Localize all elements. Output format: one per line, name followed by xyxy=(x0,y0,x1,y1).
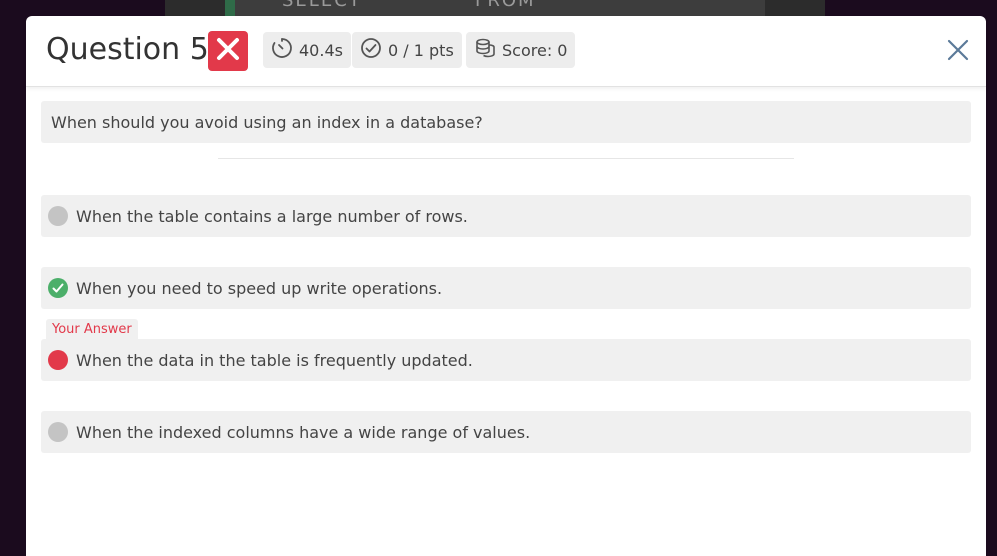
divider xyxy=(218,158,794,159)
option-neutral-icon xyxy=(48,206,68,226)
correct-check-icon xyxy=(48,278,68,298)
background-code-text-right: FROM xyxy=(475,0,536,11)
coins-icon xyxy=(474,37,502,63)
answer-option-4[interactable]: When the indexed columns have a wide ran… xyxy=(41,411,971,453)
score-pill: Score: 0 xyxy=(466,32,576,68)
answer-option-2[interactable]: When you need to speed up write operatio… xyxy=(41,267,971,309)
option-text: When the data in the table is frequently… xyxy=(76,350,473,370)
option-text: When the table contains a large number o… xyxy=(76,206,468,226)
time-value: 40.4s xyxy=(299,40,343,60)
option-text: When the indexed columns have a wide ran… xyxy=(76,422,531,442)
modal-header: Question 5 40.4s 0 / 1 pts Score: 0 xyxy=(26,16,986,87)
option-text: When you need to speed up write operatio… xyxy=(76,278,443,298)
timer-icon xyxy=(271,37,299,63)
check-circle-icon xyxy=(360,37,388,63)
option-neutral-icon xyxy=(48,422,68,442)
close-icon[interactable] xyxy=(946,39,970,66)
question-review-modal: Question 5 40.4s 0 / 1 pts Score: 0 When… xyxy=(26,16,986,556)
points-value: 0 / 1 pts xyxy=(388,40,454,60)
x-mark-icon xyxy=(215,36,241,66)
question-title: Question 5 xyxy=(46,32,209,67)
background-code-text-left: SELECT xyxy=(282,0,362,11)
your-answer-label: Your Answer xyxy=(46,319,138,339)
close-button[interactable] xyxy=(946,38,970,62)
incorrect-badge xyxy=(208,31,248,71)
question-text: When should you avoid using an index in … xyxy=(51,112,483,132)
time-pill: 40.4s xyxy=(263,32,351,68)
answer-option-1[interactable]: When the table contains a large number o… xyxy=(41,195,971,237)
question-text-box: When should you avoid using an index in … xyxy=(41,101,971,143)
answer-option-3[interactable]: When the data in the table is frequently… xyxy=(41,339,971,381)
points-pill: 0 / 1 pts xyxy=(352,32,462,68)
score-value: Score: 0 xyxy=(502,40,568,60)
wrong-answer-icon xyxy=(48,350,68,370)
